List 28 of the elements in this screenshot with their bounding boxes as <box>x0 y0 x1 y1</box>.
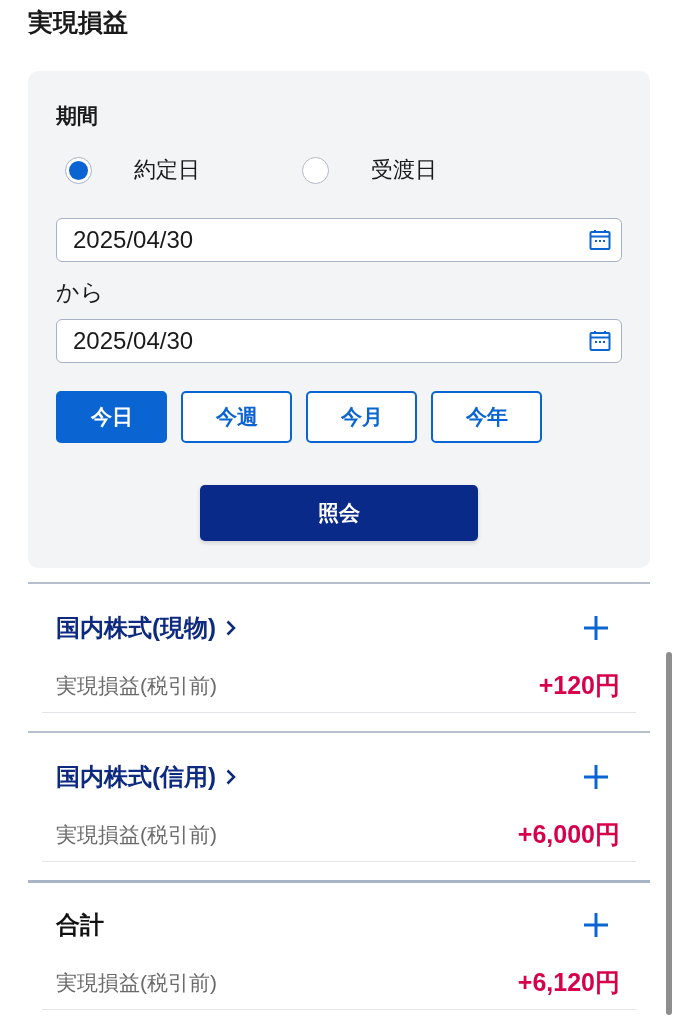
category-link[interactable]: 国内株式(信用) <box>56 765 236 789</box>
plus-icon[interactable] <box>584 616 608 640</box>
row-label: 実現損益(税引前) <box>56 674 217 696</box>
radio-option[interactable]: 受渡日 <box>293 156 530 184</box>
range-button[interactable]: 今月 <box>306 391 417 443</box>
category-link[interactable]: 国内株式(現物) <box>56 616 236 640</box>
plus-icon[interactable] <box>584 913 608 937</box>
row-label: 実現損益(税引前) <box>56 823 217 845</box>
row-label: 実現損益(税引前) <box>56 971 217 993</box>
range-button[interactable]: 今日 <box>56 391 167 443</box>
date-field[interactable]: 2025/04/30 <box>56 319 622 363</box>
profit-value: +120円 <box>538 672 620 698</box>
plus-icon[interactable] <box>584 765 608 789</box>
section-title: 合計 <box>56 913 104 937</box>
profit-value: +6,000円 <box>517 821 620 847</box>
page-title: 実現損益 <box>28 7 129 37</box>
range-button[interactable]: 今年 <box>431 391 542 443</box>
range-label: から <box>56 278 105 307</box>
radio-option[interactable]: 約定日 <box>56 156 293 184</box>
period-label: 期間 <box>56 104 99 128</box>
range-button[interactable]: 今週 <box>181 391 292 443</box>
date-field[interactable]: 2025/04/30 <box>56 218 622 262</box>
submit-button[interactable]: 照会 <box>200 485 478 541</box>
chevron-right-icon <box>226 620 236 636</box>
calendar-icon[interactable] <box>589 229 611 251</box>
chevron-right-icon <box>226 769 236 785</box>
profit-value: +6,120円 <box>517 969 620 995</box>
calendar-icon[interactable] <box>589 330 611 352</box>
